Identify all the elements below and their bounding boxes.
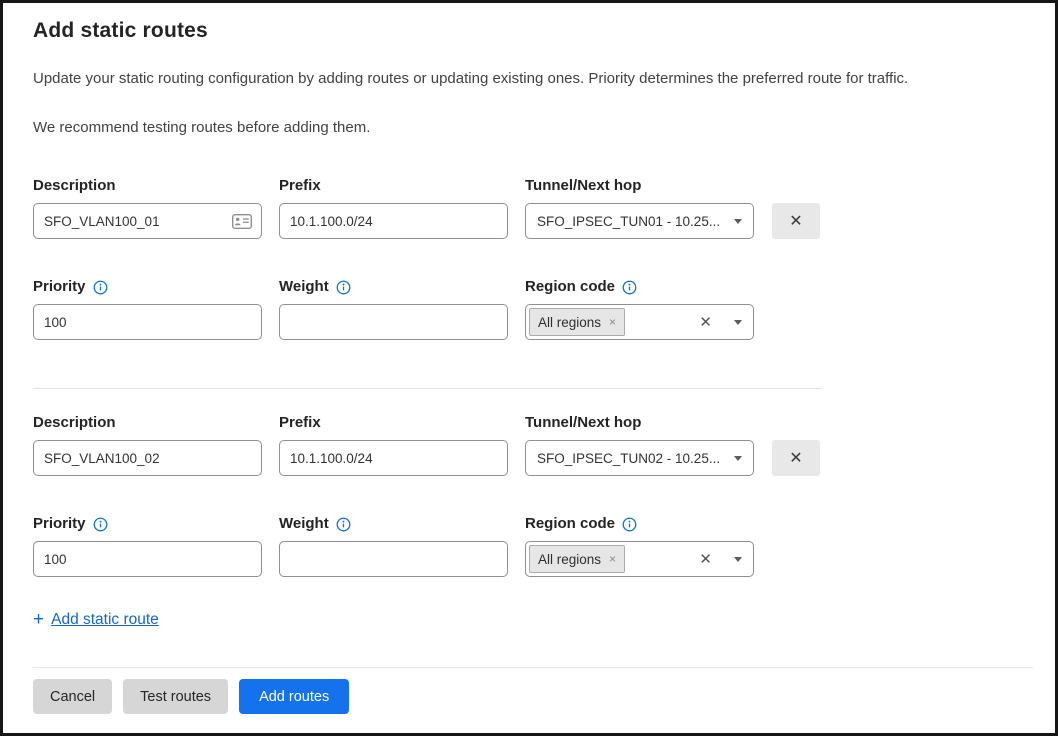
priority-label: Priority [33, 515, 262, 532]
region-chip-label: All regions [538, 552, 601, 567]
cancel-button[interactable]: Cancel [33, 679, 112, 714]
tunnel-label: Tunnel/Next hop [525, 177, 754, 194]
chip-remove-x-icon[interactable]: × [609, 552, 616, 566]
tunnel-field: Tunnel/Next hop SFO_IPSEC_TUN01 - 10.25.… [525, 177, 754, 239]
region-chip: All regions × [529, 308, 625, 336]
info-icon[interactable] [93, 517, 108, 532]
priority-label: Priority [33, 278, 262, 295]
route-section-2: Description Prefix Tunnel/Next hop SFO_I… [33, 414, 1027, 577]
description-field: Description [33, 177, 262, 239]
tunnel-label: Tunnel/Next hop [525, 414, 754, 431]
chevron-down-icon [734, 557, 742, 562]
region-code-field: Region code All regions × [525, 278, 754, 340]
info-icon[interactable] [336, 280, 351, 295]
region-code-label: Region code [525, 278, 754, 295]
close-icon: ✕ [789, 448, 802, 468]
route-section-1: Description Prefix [33, 177, 1027, 340]
chevron-down-icon [734, 320, 742, 325]
weight-label: Weight [279, 515, 508, 532]
footer-divider [33, 667, 1033, 668]
prefix-label: Prefix [279, 177, 508, 194]
tunnel-selected-value: SFO_IPSEC_TUN02 - 10.25... [537, 451, 726, 466]
weight-label: Weight [279, 278, 508, 295]
info-icon[interactable] [336, 517, 351, 532]
region-chip-label: All regions [538, 315, 601, 330]
priority-field: Priority [33, 278, 262, 340]
tunnel-selected-value: SFO_IPSEC_TUN01 - 10.25... [537, 214, 726, 229]
add-static-route-link[interactable]: + Add static route [33, 610, 159, 629]
weight-field: Weight [279, 515, 508, 577]
intro-text: Update your static routing configuration… [33, 69, 1027, 88]
test-routes-button[interactable]: Test routes [123, 679, 228, 714]
tunnel-select[interactable]: SFO_IPSEC_TUN02 - 10.25... [525, 440, 754, 476]
weight-field: Weight [279, 278, 508, 340]
close-icon: ✕ [789, 211, 802, 231]
info-icon[interactable] [93, 280, 108, 295]
description-input[interactable] [33, 440, 262, 476]
prefix-field: Prefix [279, 414, 508, 476]
region-code-select[interactable]: All regions × ✕ [525, 541, 754, 577]
info-icon[interactable] [622, 280, 637, 295]
weight-input[interactable] [279, 304, 508, 340]
delete-route-button[interactable]: ✕ [772, 203, 820, 239]
description-label: Description [33, 414, 262, 431]
region-chip: All regions × [529, 545, 625, 573]
add-static-route-label: Add static route [51, 611, 159, 629]
chip-remove-x-icon[interactable]: × [609, 315, 616, 329]
region-code-select[interactable]: All regions × ✕ [525, 304, 754, 340]
weight-input[interactable] [279, 541, 508, 577]
add-static-routes-dialog: Add static routes Update your static rou… [0, 0, 1058, 736]
delete-route-button[interactable]: ✕ [772, 440, 820, 476]
priority-input[interactable] [33, 304, 262, 340]
clear-x-icon[interactable]: ✕ [699, 550, 712, 568]
recommendation-text: We recommend testing routes before addin… [33, 118, 1027, 137]
add-routes-button[interactable]: Add routes [239, 679, 349, 714]
page-title: Add static routes [33, 19, 1027, 43]
prefix-input[interactable] [279, 440, 508, 476]
tunnel-select[interactable]: SFO_IPSEC_TUN01 - 10.25... [525, 203, 754, 239]
region-code-field: Region code All regions × [525, 515, 754, 577]
description-input[interactable] [33, 203, 262, 239]
region-code-label: Region code [525, 515, 754, 532]
route-divider [33, 388, 822, 389]
prefix-field: Prefix [279, 177, 508, 239]
priority-field: Priority [33, 515, 262, 577]
prefix-label: Prefix [279, 414, 508, 431]
description-label: Description [33, 177, 262, 194]
tunnel-field: Tunnel/Next hop SFO_IPSEC_TUN02 - 10.25.… [525, 414, 754, 476]
footer-actions: Cancel Test routes Add routes [33, 679, 1027, 714]
description-field: Description [33, 414, 262, 476]
info-icon[interactable] [622, 517, 637, 532]
priority-input[interactable] [33, 541, 262, 577]
clear-x-icon[interactable]: ✕ [699, 313, 712, 331]
chevron-down-icon [734, 219, 742, 224]
prefix-input[interactable] [279, 203, 508, 239]
plus-icon: + [33, 610, 44, 629]
chevron-down-icon [734, 456, 742, 461]
